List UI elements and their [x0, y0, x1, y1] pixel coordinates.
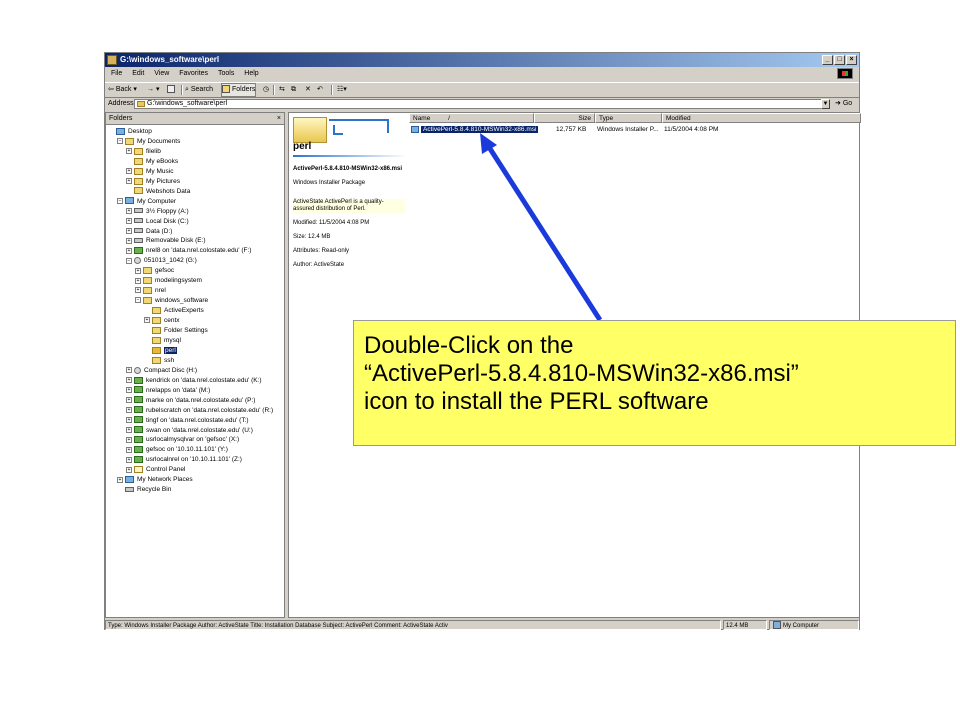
callout-line-2: “ActivePerl-5.8.4.810-MSWin32-x86.msi” — [364, 360, 799, 387]
arrow-line — [484, 142, 603, 322]
callout-line-1: Double-Click on the — [364, 332, 574, 359]
instruction-callout: Double-Click on the “ActivePerl-5.8.4.81… — [353, 320, 956, 446]
callout-line-3: icon to install the PERL software — [364, 388, 709, 415]
